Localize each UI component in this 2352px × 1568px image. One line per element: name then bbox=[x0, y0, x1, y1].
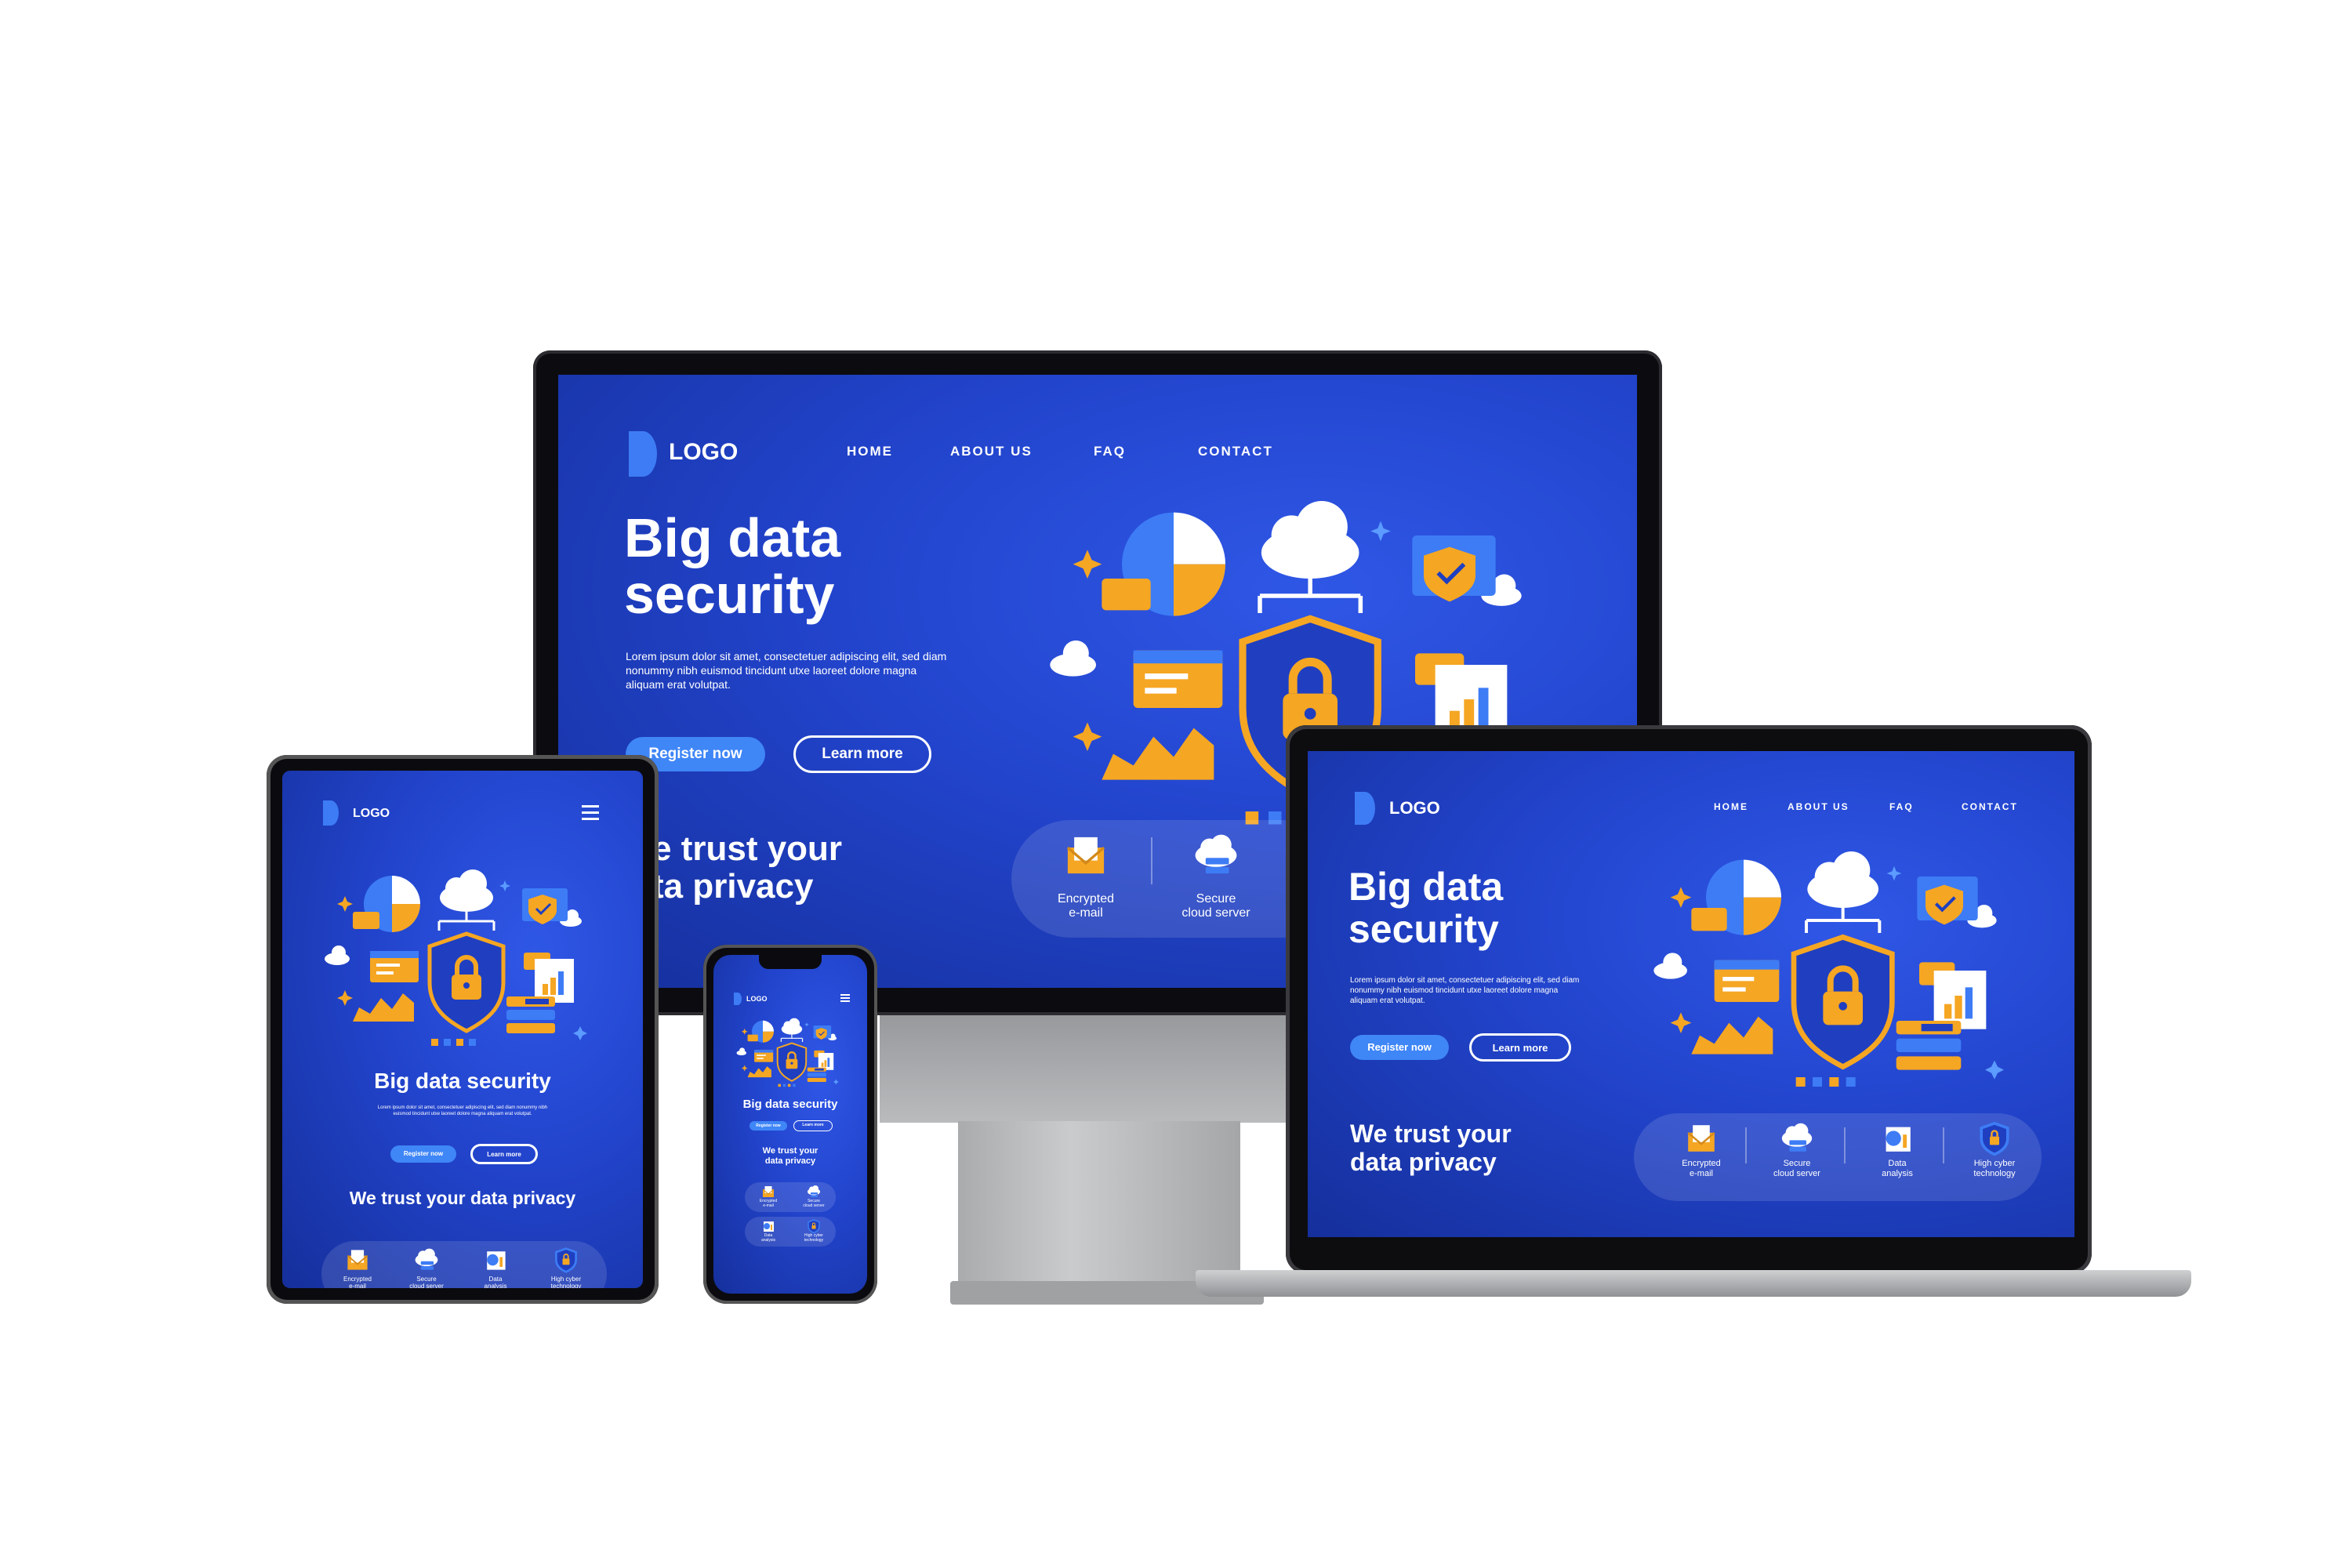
feature-cloud-label: Secure cloud server bbox=[409, 1276, 444, 1288]
cloud-server-icon bbox=[806, 1184, 822, 1200]
nav-faq[interactable]: FAQ bbox=[1889, 801, 1914, 812]
cloud-server-icon bbox=[1778, 1120, 1816, 1157]
trust-line2: ta privacy bbox=[652, 867, 814, 906]
feature-divider bbox=[1844, 1127, 1846, 1163]
feature-email-label: Encrypted e-mail bbox=[343, 1276, 372, 1288]
nav-contact[interactable]: CONTACT bbox=[1962, 801, 2018, 812]
learn-more-button[interactable]: Learn more bbox=[470, 1144, 538, 1164]
learn-more-button[interactable]: Learn more bbox=[1469, 1033, 1571, 1062]
data-analysis-icon bbox=[481, 1246, 510, 1274]
learn-more-button[interactable]: Learn more bbox=[793, 735, 931, 773]
trust-heading: We trust your data privacy bbox=[349, 1188, 576, 1208]
feature-divider bbox=[1745, 1127, 1747, 1163]
logo-icon[interactable] bbox=[734, 993, 742, 1005]
email-icon bbox=[343, 1246, 372, 1274]
feature-analysis-label: Data analysis bbox=[1882, 1159, 1913, 1178]
data-analysis-icon bbox=[760, 1218, 776, 1234]
feature-cloud-label: Secure cloud server bbox=[1181, 892, 1250, 920]
email-icon bbox=[1060, 829, 1112, 881]
phone-screen: LOGO Big data security Register now Lear… bbox=[713, 955, 867, 1294]
phone-notch bbox=[759, 955, 822, 969]
trust-line2: data privacy bbox=[1350, 1148, 1497, 1176]
email-icon bbox=[1682, 1120, 1720, 1157]
feature-analysis-label: Data analysis bbox=[484, 1276, 507, 1288]
hero-title-line1: Big data bbox=[1348, 865, 1504, 909]
logo-icon[interactable] bbox=[1355, 792, 1375, 825]
security-illustration bbox=[321, 865, 604, 1053]
logo-text[interactable]: LOGO bbox=[353, 807, 390, 821]
logo-text[interactable]: LOGO bbox=[669, 439, 738, 466]
nav-faq[interactable]: FAQ bbox=[1094, 444, 1126, 459]
register-button[interactable]: Register now bbox=[1350, 1035, 1449, 1060]
feature-email-label: Encrypted e-mail bbox=[1682, 1159, 1721, 1178]
feature-analysis-label: Data analysis bbox=[760, 1233, 776, 1243]
hero-title: Big data security bbox=[374, 1069, 551, 1093]
logo-text[interactable]: LOGO bbox=[746, 995, 768, 1003]
feature-technology-label: High cyber technology bbox=[550, 1276, 582, 1288]
data-analysis-icon bbox=[1878, 1120, 1916, 1157]
shield-lock-icon bbox=[552, 1246, 580, 1274]
logo-icon[interactable] bbox=[323, 800, 339, 826]
hero-title-line2: security bbox=[1348, 907, 1499, 951]
trust-line1: e trust your bbox=[652, 829, 843, 868]
monitor-stand bbox=[958, 1121, 1240, 1286]
hero-title-line1: Big data bbox=[624, 507, 841, 568]
hero-title-line2: security bbox=[624, 564, 835, 625]
hero-body: Lorem ipsum dolor sit amet, consectetuer… bbox=[1350, 976, 1580, 1005]
feature-technology-label: High cyber technology bbox=[804, 1233, 824, 1243]
email-icon bbox=[760, 1184, 776, 1200]
logo-text[interactable]: LOGO bbox=[1389, 798, 1440, 818]
shield-lock-icon bbox=[806, 1218, 822, 1234]
nav-about[interactable]: ABOUT US bbox=[950, 444, 1033, 459]
feature-cloud-label: Secure cloud server bbox=[803, 1199, 825, 1208]
trust-heading: We trust your data privacy bbox=[762, 1146, 818, 1166]
shield-lock-icon bbox=[1976, 1120, 2013, 1157]
hero-title: Big data security bbox=[742, 1098, 838, 1111]
laptop-base bbox=[1196, 1270, 2191, 1297]
security-illustration bbox=[1650, 845, 2026, 1096]
cloud-server-icon bbox=[1190, 829, 1242, 881]
feature-divider bbox=[1943, 1127, 1944, 1163]
security-illustration bbox=[735, 1016, 845, 1090]
nav-contact[interactable]: CONTACT bbox=[1198, 444, 1273, 459]
register-button[interactable]: Register now bbox=[750, 1121, 787, 1131]
feature-cloud-label: Secure cloud server bbox=[1773, 1159, 1820, 1178]
learn-more-button[interactable]: Learn more bbox=[793, 1120, 833, 1131]
hamburger-icon[interactable] bbox=[840, 994, 850, 1002]
laptop-screen: LOGO HOME ABOUT US FAQ CONTACT Big data … bbox=[1308, 751, 2074, 1237]
hero-body: Lorem ipsum dolor sit amet, consectetuer… bbox=[626, 650, 947, 691]
register-button[interactable]: Register now bbox=[390, 1145, 456, 1163]
hero-body: Lorem ipsum dolor sit amet, consectetuer… bbox=[377, 1105, 548, 1116]
tablet-screen: LOGO Big data security Lorem ipsum dolor… bbox=[282, 771, 643, 1288]
feature-email-label: Encrypted e-mail bbox=[759, 1199, 778, 1208]
trust-line1: We trust your bbox=[1350, 1120, 1512, 1148]
feature-email-label: Encrypted e-mail bbox=[1057, 892, 1115, 920]
nav-home[interactable]: HOME bbox=[847, 444, 893, 459]
nav-home[interactable]: HOME bbox=[1714, 801, 1748, 812]
cloud-server-icon bbox=[412, 1246, 441, 1274]
hamburger-icon[interactable] bbox=[582, 805, 599, 821]
feature-divider bbox=[1151, 837, 1152, 884]
logo-icon[interactable] bbox=[629, 431, 657, 477]
feature-technology-label: High cyber technology bbox=[1973, 1159, 2016, 1178]
nav-about[interactable]: ABOUT US bbox=[1788, 801, 1849, 812]
